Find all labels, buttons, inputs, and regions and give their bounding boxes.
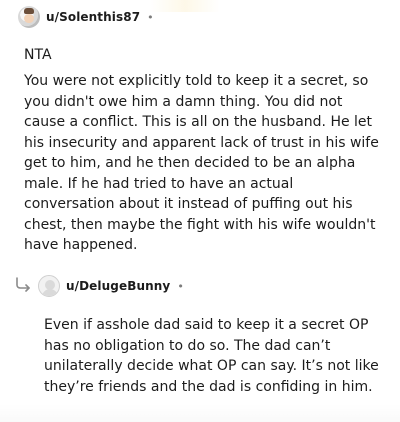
comment-2-separator: • [177,279,184,293]
avatar-shoulders [42,289,58,296]
comment-2-body: Even if asshole dad said to keep it a se… [44,317,379,395]
comment-1-verdict: NTA [24,47,52,63]
comment-1-body: You were not explicitly told to keep it … [24,73,379,253]
user-avatar-icon[interactable] [18,6,40,28]
top-faint-overlay [150,0,220,12]
comment-2-username[interactable]: u/DelugeBunny [66,279,170,293]
bottom-faint-overlay [0,404,400,422]
comment-2-header: u/DelugeBunny • [38,275,184,297]
page: u/Solenthis87 • NTA You were not explici… [0,0,400,422]
avatar-face [24,14,34,23]
default-avatar-icon[interactable] [38,275,60,297]
comment-1-separator: • [147,10,154,24]
reply-arrow-icon [16,277,30,292]
comment-1-header: u/Solenthis87 • [18,6,154,28]
comment-1-username[interactable]: u/Solenthis87 [46,10,140,24]
